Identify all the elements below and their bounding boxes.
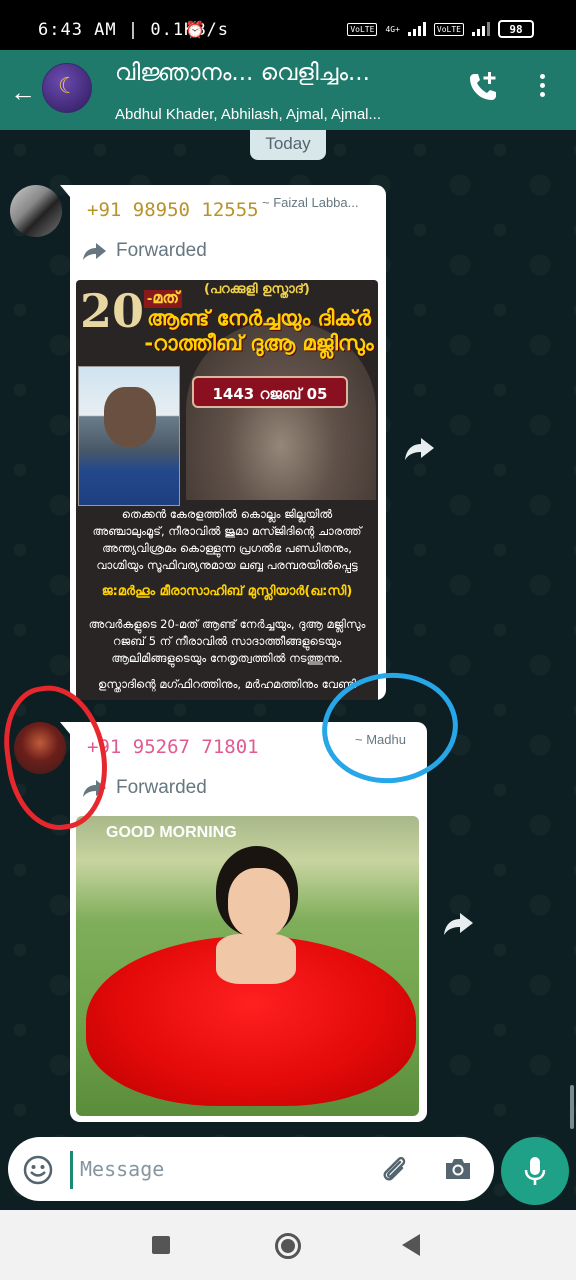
- status-bar: 6:43 AM | 0.1KB/s ⏰ VoLTE 4G+ VoLTE 98: [0, 0, 576, 50]
- alarm-icon: ⏰: [185, 20, 205, 39]
- poster-text-1: തെക്കൻ കേരളത്തിൽ കൊല്ലം ജില്ലയിൽ അഞ്ചാലു…: [92, 507, 362, 572]
- signal-icon: [407, 22, 426, 36]
- signal2-icon: [472, 22, 490, 36]
- sender-phone[interactable]: +91 95267 71801: [87, 736, 259, 758]
- forward-icon[interactable]: [402, 430, 438, 466]
- sender-phone[interactable]: +91 98950 12555: [87, 199, 259, 221]
- back-arrow-icon[interactable]: ←: [10, 77, 36, 108]
- poster-number: 20: [80, 284, 145, 338]
- chat-area[interactable]: Today +91 98950 12555 ~ Faizal Labba... …: [0, 130, 576, 1210]
- poster-text-3: ഉസ്താദിന്റെ മഗ്ഫിറത്തിനും, മർഹമത്തിനും വ…: [98, 677, 356, 691]
- sender-name: ~ Faizal Labba...: [262, 195, 359, 210]
- message-composer[interactable]: Message: [8, 1137, 494, 1201]
- chat-header[interactable]: ← വിജ്ഞാനം... വെളിച്ചം... Abdhul Khader,…: [0, 50, 576, 130]
- sim2-badge: VoLTE: [433, 22, 464, 36]
- group-avatar[interactable]: [42, 63, 92, 113]
- sim1-badge: VoLTE: [347, 22, 378, 36]
- mic-icon[interactable]: [523, 1155, 547, 1187]
- baby-face: [228, 868, 290, 938]
- camera-icon[interactable]: [442, 1153, 474, 1185]
- poster-text-2: അവർകളുടെ 20-മത് ആണ്ട് നേർച്ചയും, ദുആ മജ്…: [88, 617, 366, 665]
- sender-avatar[interactable]: [10, 185, 62, 237]
- poster-image[interactable]: 20 -മത് (പറക്കുളി ഉസ്താദ്) ആണ്ട് നേർച്ചയ…: [76, 280, 378, 700]
- more-vert-icon[interactable]: [532, 74, 552, 104]
- forwarded-label: Forwarded: [82, 240, 207, 262]
- mic-button[interactable]: [501, 1137, 569, 1205]
- emoji-icon[interactable]: [22, 1154, 54, 1186]
- home-icon[interactable]: [275, 1233, 301, 1259]
- message-input[interactable]: Message: [80, 1157, 164, 1181]
- system-nav-bar: [0, 1210, 576, 1280]
- poster-date: 1443 റജബ് 05: [192, 376, 348, 408]
- forward-icon[interactable]: [441, 905, 477, 941]
- attach-icon[interactable]: [378, 1153, 410, 1185]
- scholar-photo: [78, 366, 180, 506]
- add-call-icon[interactable]: [466, 70, 500, 104]
- forwarded-icon: [83, 243, 106, 260]
- baby-image[interactable]: GOOD MORNING: [76, 816, 419, 1116]
- group-title[interactable]: വിജ്ഞാനം... വെളിച്ചം...: [115, 60, 425, 86]
- group-members[interactable]: Abdhul Khader, Abhilash, Ajmal, Ajmal...: [115, 106, 445, 123]
- message-bubble[interactable]: +91 98950 12555 ~ Faizal Labba... Forwar…: [60, 185, 386, 700]
- baby-body: [216, 934, 296, 984]
- poster-small-title: (പറക്കുളി ഉസ്താദ്): [204, 282, 310, 297]
- date-chip: Today: [250, 130, 326, 160]
- image-caption: GOOD MORNING: [106, 824, 237, 841]
- battery-icon: 98: [498, 20, 534, 38]
- back-icon[interactable]: [402, 1234, 420, 1256]
- recents-icon[interactable]: [152, 1236, 170, 1254]
- poster-title: ആണ്ട് നേർച്ചയും ദിക്ർ -റാത്തീബ് ദുആ മജ്ല…: [144, 306, 374, 355]
- poster-name: ജ:മർഹൂം മീരാസാഹിബ് മുസ്ലിയാർ(ഖ:സി): [101, 584, 353, 599]
- network-type: 4G+: [385, 24, 400, 34]
- scrollbar[interactable]: [570, 1085, 574, 1129]
- text-cursor: [70, 1151, 73, 1189]
